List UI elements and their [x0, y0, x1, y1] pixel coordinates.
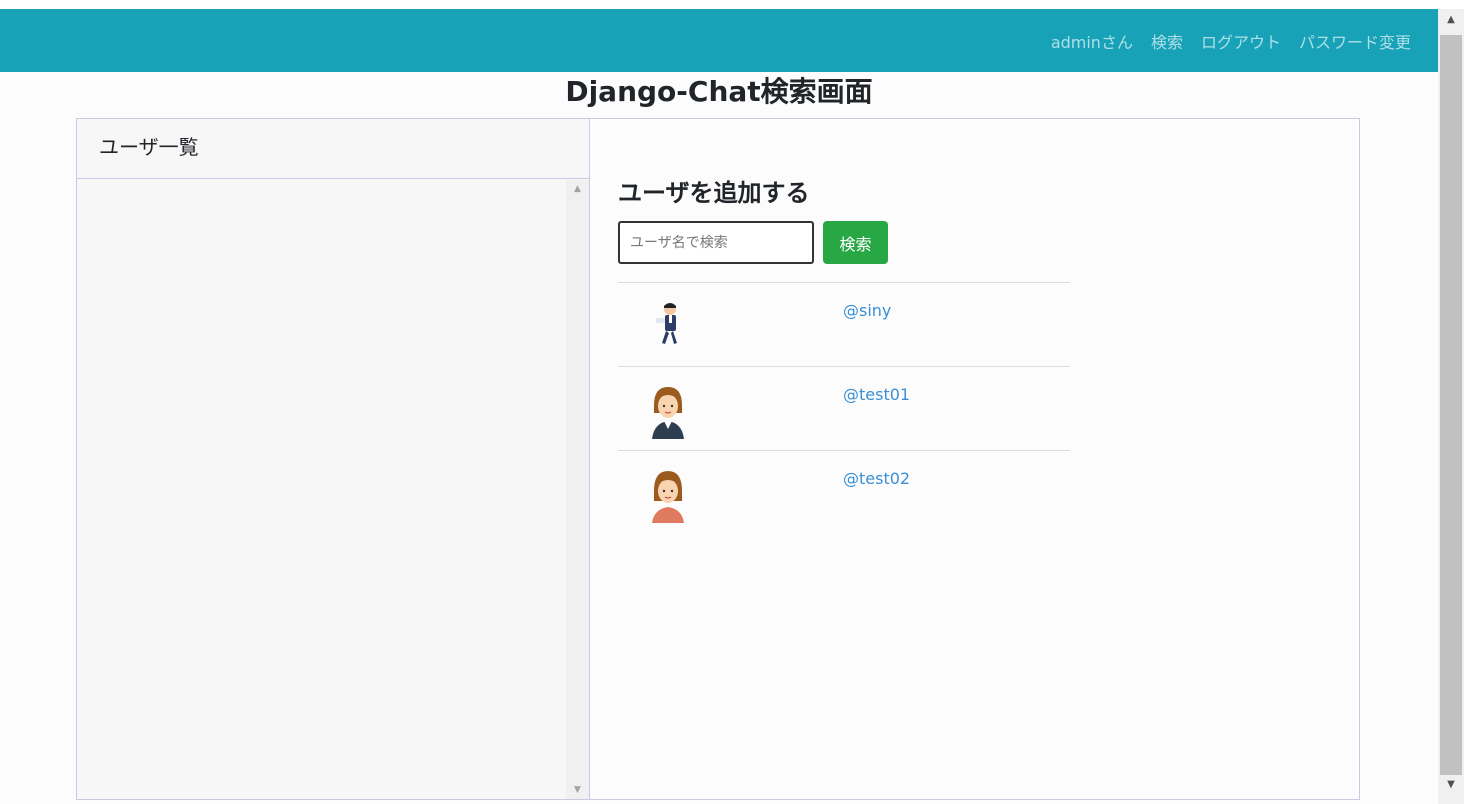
nav-password-change-link[interactable]: パスワード変更: [1299, 29, 1411, 53]
page-scroll-down-icon[interactable]: ▼: [1438, 774, 1464, 796]
scroll-up-icon[interactable]: ▲: [566, 180, 589, 198]
user-list-header: ユーザ一覧: [77, 119, 589, 179]
nav-logout-link[interactable]: ログアウト: [1201, 29, 1281, 53]
user-avatar-icon: [652, 387, 684, 439]
search-results: @siny @test01 @test02: [618, 282, 1070, 534]
page-title: Django-Chat検索画面: [565, 75, 873, 108]
scroll-down-icon[interactable]: ▼: [566, 781, 589, 799]
user-list-pane: ユーザ一覧 ▲ ▼: [77, 119, 590, 799]
page-scroll-thumb[interactable]: [1440, 35, 1462, 775]
search-result-row: @test01: [618, 366, 1070, 450]
nav-user-link[interactable]: adminさん: [1051, 29, 1133, 53]
user-link[interactable]: @siny: [843, 301, 891, 320]
nav-links: adminさん 検索 ログアウト パスワード変更: [1051, 9, 1411, 72]
user-list-scrollbar[interactable]: ▲ ▼: [566, 180, 589, 799]
app-viewport: adminさん 検索 ログアウト パスワード変更 Django-Chat検索画面…: [0, 0, 1464, 804]
search-result-row: @siny: [618, 282, 1070, 366]
user-link[interactable]: @test01: [843, 385, 910, 404]
user-avatar-icon: [652, 471, 684, 523]
search-pane: ユーザを追加する 検索 @siny: [590, 119, 1359, 799]
search-result-row: @test02: [618, 450, 1070, 534]
user-avatar-icon: [656, 303, 677, 344]
user-link[interactable]: @test02: [843, 469, 910, 488]
page-scrollbar[interactable]: ▲ ▼: [1438, 9, 1464, 804]
add-user-title: ユーザを追加する: [618, 179, 810, 207]
user-list-area[interactable]: ▲ ▼: [77, 180, 589, 799]
username-search-input[interactable]: [618, 221, 814, 264]
navbar: adminさん 検索 ログアウト パスワード変更: [0, 9, 1438, 72]
page-scroll-up-icon[interactable]: ▲: [1438, 9, 1464, 31]
top-strip: [0, 0, 1464, 9]
nav-search-link[interactable]: 検索: [1151, 29, 1183, 53]
search-button[interactable]: 検索: [823, 221, 888, 264]
chat-box: ユーザ一覧 ▲ ▼ ユーザを追加する 検索: [76, 118, 1360, 800]
